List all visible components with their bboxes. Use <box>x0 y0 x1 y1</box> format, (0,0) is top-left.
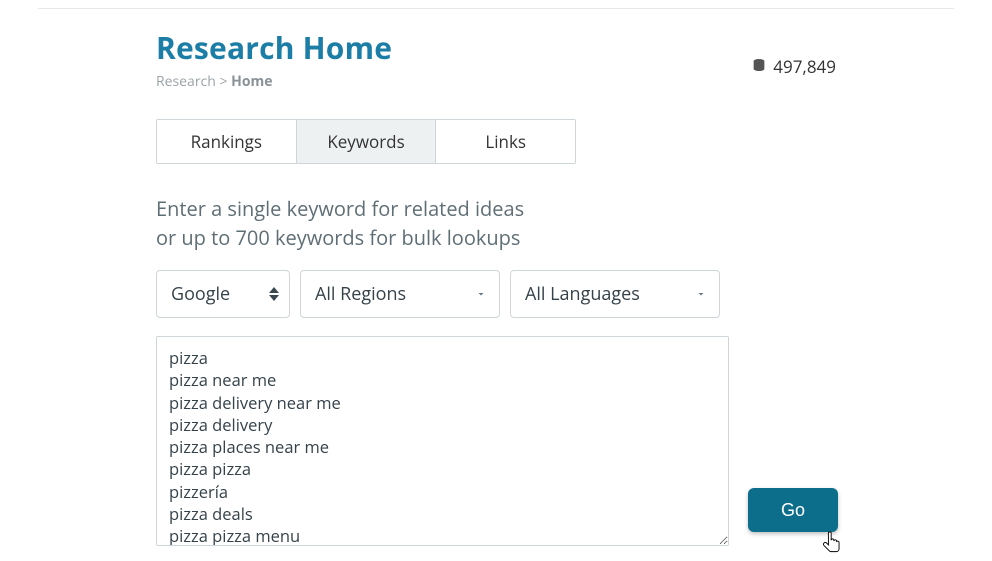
tab-rankings[interactable]: Rankings <box>157 120 296 163</box>
region-select-value: All Regions <box>315 282 406 306</box>
engine-select[interactable]: Google <box>156 270 290 318</box>
keywords-textarea-wrap <box>156 336 729 551</box>
breadcrumb-sep: > <box>219 72 227 91</box>
chevron-down-icon <box>695 282 707 306</box>
updown-icon <box>269 287 279 301</box>
go-button[interactable]: Go <box>748 488 838 532</box>
page-title: Research Home <box>156 27 392 68</box>
keywords-textarea[interactable] <box>156 336 729 546</box>
controls-row: Google All Regions All Languages <box>156 270 954 318</box>
region-select[interactable]: All Regions <box>300 270 500 318</box>
chevron-down-icon <box>475 282 487 306</box>
tab-keywords[interactable]: Keywords <box>296 120 436 163</box>
header: Research Home Research > Home 497,849 <box>38 9 954 91</box>
engine-select-value: Google <box>171 282 230 306</box>
credits-value: 497,849 <box>773 55 836 78</box>
header-left: Research Home Research > Home <box>156 27 392 91</box>
coins-icon <box>751 55 767 78</box>
tab-links[interactable]: Links <box>435 120 575 163</box>
language-select-value: All Languages <box>525 282 640 306</box>
breadcrumb: Research > Home <box>156 72 392 91</box>
breadcrumb-current: Home <box>231 72 272 91</box>
instructions-line1: Enter a single keyword for related ideas <box>156 194 954 223</box>
credits: 497,849 <box>751 27 836 78</box>
language-select[interactable]: All Languages <box>510 270 720 318</box>
instructions: Enter a single keyword for related ideas… <box>156 194 954 252</box>
breadcrumb-root[interactable]: Research <box>156 72 216 91</box>
tabs: Rankings Keywords Links <box>156 119 576 164</box>
instructions-line2: or up to 700 keywords for bulk lookups <box>156 223 954 252</box>
